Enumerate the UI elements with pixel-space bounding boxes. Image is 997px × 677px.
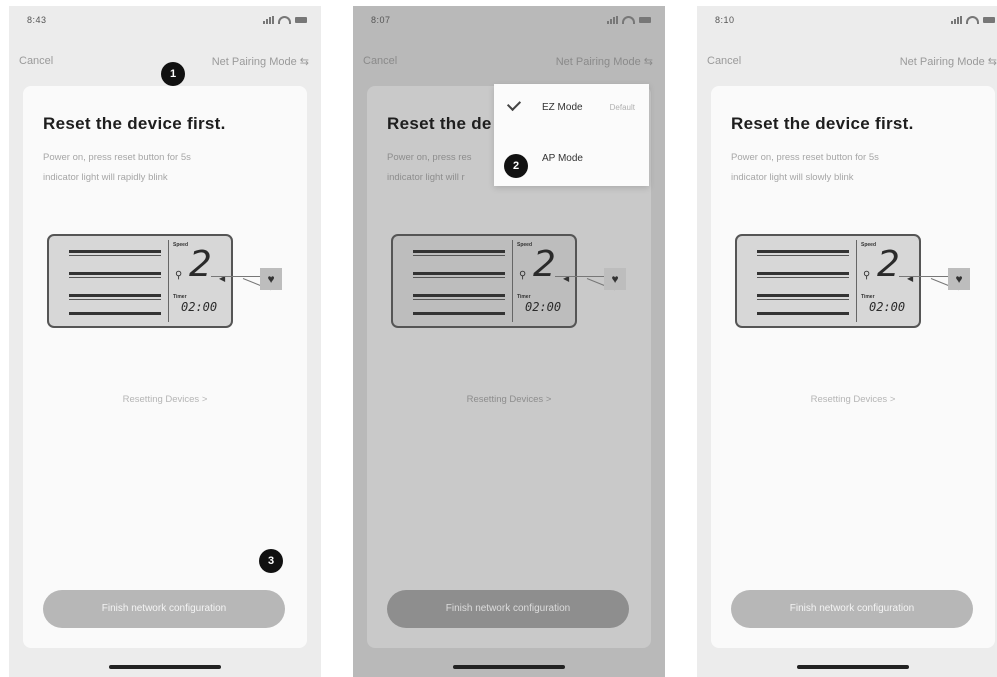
lcd-row <box>745 306 849 320</box>
heart-icon: ♥ <box>260 268 282 290</box>
net-pairing-mode-label: Net Pairing Mode <box>211 56 297 68</box>
status-icons <box>263 16 307 24</box>
lcd-timer-value: 02:00 <box>869 300 906 314</box>
page-title: Reset the device first. <box>731 114 914 133</box>
status-icons <box>951 16 995 24</box>
cancel-button[interactable]: Cancel <box>19 55 53 67</box>
instruction-line-2: indicator light will rapidly blink <box>43 172 168 183</box>
status-time: 8:07 <box>371 15 391 25</box>
lcd-wifi-icon: ⚲ <box>175 270 183 281</box>
step-badge-3: 3 <box>259 549 283 573</box>
swap-icon: ⇆ <box>987 56 997 68</box>
lcd-row <box>745 288 849 302</box>
lcd-row <box>57 288 161 302</box>
swap-icon: ⇆ <box>643 56 653 68</box>
phone-screen-2: 8:07 Cancel Net Pairing Mode ⇆ Reset the… <box>353 6 665 677</box>
lcd-speed-label: Speed <box>861 242 877 248</box>
home-indicator <box>453 665 565 669</box>
dropdown-item-label: AP Mode <box>542 153 583 164</box>
lcd-row <box>401 244 505 258</box>
step-badge-2: 2 <box>504 154 528 178</box>
wifi-icon <box>278 16 291 24</box>
instruction-line-1: Power on, press reset button for 5s <box>731 152 879 163</box>
instruction-line-2: indicator light will slowly blink <box>731 172 854 183</box>
phone-screen-3: 8:10 Cancel Net Pairing Mode ⇆ Reset the… <box>697 6 997 677</box>
net-pairing-mode-button[interactable]: Net Pairing Mode ⇆ <box>212 55 309 68</box>
resetting-devices-link[interactable]: Resetting Devices > <box>367 394 651 405</box>
lcd-row <box>401 306 505 320</box>
page-title: Reset the device first. <box>43 114 226 133</box>
cancel-button[interactable]: Cancel <box>707 55 741 67</box>
resetting-devices-link[interactable]: Resetting Devices > <box>23 394 307 405</box>
lcd-row <box>57 244 161 258</box>
lcd-panel: Speed 2 ⚲ ◀ Timer 02:00 <box>735 234 921 328</box>
signal-icon <box>607 16 618 24</box>
heart-icon: ♥ <box>604 268 626 290</box>
lcd-row <box>745 244 849 258</box>
status-time: 8:10 <box>715 15 735 25</box>
status-bar: 8:10 <box>697 6 997 40</box>
lcd-speed-label: Speed <box>173 242 189 248</box>
dropdown-item-label: EZ Mode <box>542 102 583 113</box>
status-bar: 8:07 <box>353 6 665 40</box>
lcd-timer-value: 02:00 <box>181 300 218 314</box>
wifi-icon <box>622 16 635 24</box>
status-icons <box>607 16 651 24</box>
device-illustration: Speed 2 ⚲ ◀ Timer 02:00 ♥ <box>391 234 631 334</box>
net-pairing-mode-label: Net Pairing Mode <box>555 56 641 68</box>
lcd-row <box>401 266 505 280</box>
step-badge-1: 1 <box>161 62 185 86</box>
lcd-divider <box>856 240 857 322</box>
battery-icon <box>639 17 651 23</box>
lcd-divider <box>512 240 513 322</box>
lcd-wifi-icon: ⚲ <box>863 270 871 281</box>
lcd-panel: Speed 2 ⚲ ◀ Timer 02:00 <box>391 234 577 328</box>
instruction-text: Power on, press reset button for 5s indi… <box>731 148 941 188</box>
lcd-row <box>745 266 849 280</box>
lcd-divider <box>168 240 169 322</box>
status-bar: 8:43 <box>9 6 321 40</box>
wifi-icon <box>966 16 979 24</box>
dropdown-item-ez-mode[interactable]: EZ Mode Default <box>494 84 649 135</box>
finish-network-configuration-button[interactable]: Finish network configuration <box>43 590 285 628</box>
lcd-row <box>57 306 161 320</box>
lcd-wifi-icon: ⚲ <box>519 270 527 281</box>
battery-icon <box>983 17 995 23</box>
page-title: Reset the de <box>387 114 492 133</box>
default-tag: Default <box>609 103 635 112</box>
status-time: 8:43 <box>27 15 47 25</box>
lcd-row <box>57 266 161 280</box>
signal-icon <box>951 16 962 24</box>
heart-icon: ♥ <box>948 268 970 290</box>
device-illustration: Speed 2 ⚲ ◀ Timer 02:00 ♥ <box>47 234 287 334</box>
net-pairing-mode-button[interactable]: Net Pairing Mode ⇆ <box>900 55 997 68</box>
lcd-row <box>401 288 505 302</box>
home-indicator <box>797 665 909 669</box>
lcd-speed-value: 2 <box>877 244 900 285</box>
battery-icon <box>295 17 307 23</box>
home-indicator <box>109 665 221 669</box>
instruction-card: Reset the device first. Power on, press … <box>711 86 995 648</box>
nav-bar: Cancel Net Pairing Mode ⇆ <box>353 53 665 71</box>
lcd-speed-value: 2 <box>189 244 212 285</box>
instruction-line-1: Power on, press reset button for 5s <box>43 152 191 163</box>
swap-icon: ⇆ <box>299 56 309 68</box>
device-illustration: Speed 2 ⚲ ◀ Timer 02:00 ♥ <box>735 234 975 334</box>
net-pairing-mode-button[interactable]: Net Pairing Mode ⇆ <box>556 55 653 68</box>
nav-bar: Cancel Net Pairing Mode ⇆ <box>697 53 997 71</box>
phone-screen-1: 8:43 Cancel Net Pairing Mode ⇆ 1 Reset t… <box>9 6 321 677</box>
check-icon <box>506 96 522 112</box>
instruction-text: Power on, press reset button for 5s indi… <box>43 148 253 188</box>
lcd-speed-value: 2 <box>533 244 556 285</box>
lcd-panel: Speed 2 ⚲ ◀ Timer 02:00 <box>47 234 233 328</box>
resetting-devices-link[interactable]: Resetting Devices > <box>711 394 995 405</box>
cancel-button[interactable]: Cancel <box>363 55 397 67</box>
finish-network-configuration-button[interactable]: Finish network configuration <box>387 590 629 628</box>
lcd-speed-label: Speed <box>517 242 533 248</box>
finish-network-configuration-button[interactable]: Finish network configuration <box>731 590 973 628</box>
signal-icon <box>263 16 274 24</box>
net-pairing-mode-label: Net Pairing Mode <box>899 56 985 68</box>
lcd-timer-value: 02:00 <box>525 300 562 314</box>
